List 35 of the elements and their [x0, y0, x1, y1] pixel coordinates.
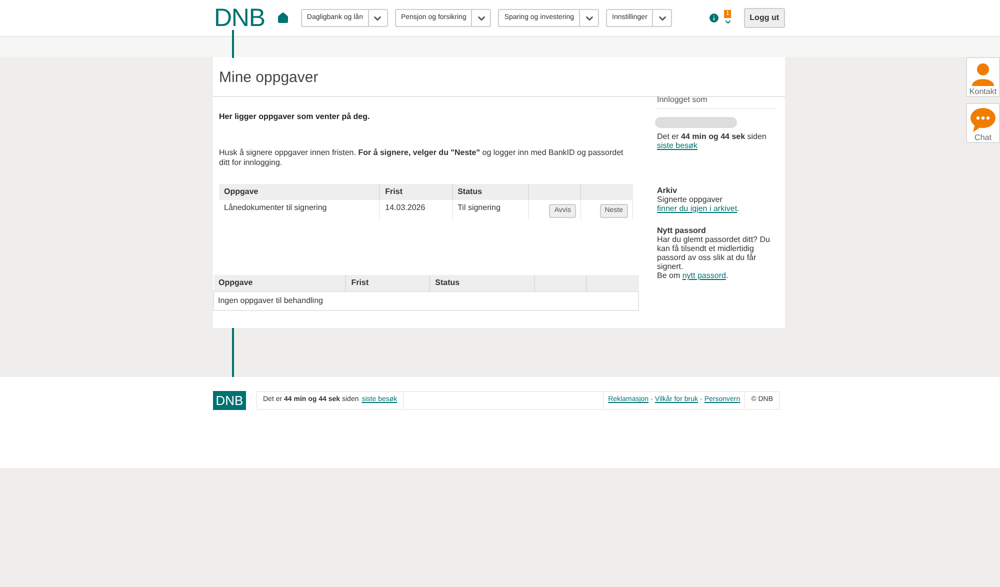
page-title: Mine oppgaver: [213, 57, 785, 96]
empty-message: Ingen oppgaver til behandling: [214, 292, 638, 310]
password-link-text: Be om nytt passord.: [657, 271, 730, 280]
column-header: Status: [452, 184, 528, 200]
table-cell: 14.03.2026: [380, 200, 452, 220]
column-header: Oppgave: [214, 275, 346, 292]
last-visit-text: Det er 44 min og 44 sek siden siste besøk: [657, 132, 768, 150]
column-header: Frist: [346, 275, 430, 292]
info-icon[interactable]: [708, 12, 720, 24]
password-text: Har du glemt passordet ditt? Du kan få tilsendt et midlertidig passord av oss slik at du får signert.: [657, 235, 771, 271]
intro-text: Her ligger oppgaver som venter på deg.: [218, 110, 371, 122]
archive-text: Signerte oppgaver finner du igjen i arkivet.: [657, 195, 740, 213]
sidebar-title: Innlogget som: [657, 95, 777, 109]
text-link[interactable]: nytt passord: [682, 271, 726, 280]
table-cell: Til signering: [452, 200, 528, 220]
column-header: Status: [430, 275, 534, 292]
column-header: Frist: [380, 184, 452, 200]
footer-logo[interactable]: DNB: [213, 391, 246, 410]
chat-bubble-icon: [970, 108, 996, 132]
reminder-text: Husk å signere oppgaver innen fristen. For å signere, velger du "Neste" og logger inn med BankID og passordet ditt for innlogging.: [218, 148, 624, 168]
password-title: Nytt passord: [657, 226, 707, 235]
logo-line: [232, 328, 234, 377]
column-header: Oppgave: [219, 184, 380, 200]
contact-button[interactable]: Kontakt: [966, 57, 1000, 97]
chevron-down-icon[interactable]: [724, 18, 732, 26]
person-icon: [970, 62, 996, 86]
logo[interactable]: DNB: [214, 6, 265, 30]
logo-line: [232, 30, 234, 58]
text-link[interactable]: siste besøk: [657, 141, 698, 150]
archive-title: Arkiv: [657, 186, 678, 195]
text-link[interactable]: finner du igjen i arkivet: [657, 204, 738, 213]
home-icon[interactable]: [276, 12, 289, 24]
chat-button[interactable]: Chat: [966, 103, 1000, 143]
table-cell: Lånedokumenter til signering: [219, 200, 380, 220]
logout-button[interactable]: Logg ut: [744, 8, 785, 28]
